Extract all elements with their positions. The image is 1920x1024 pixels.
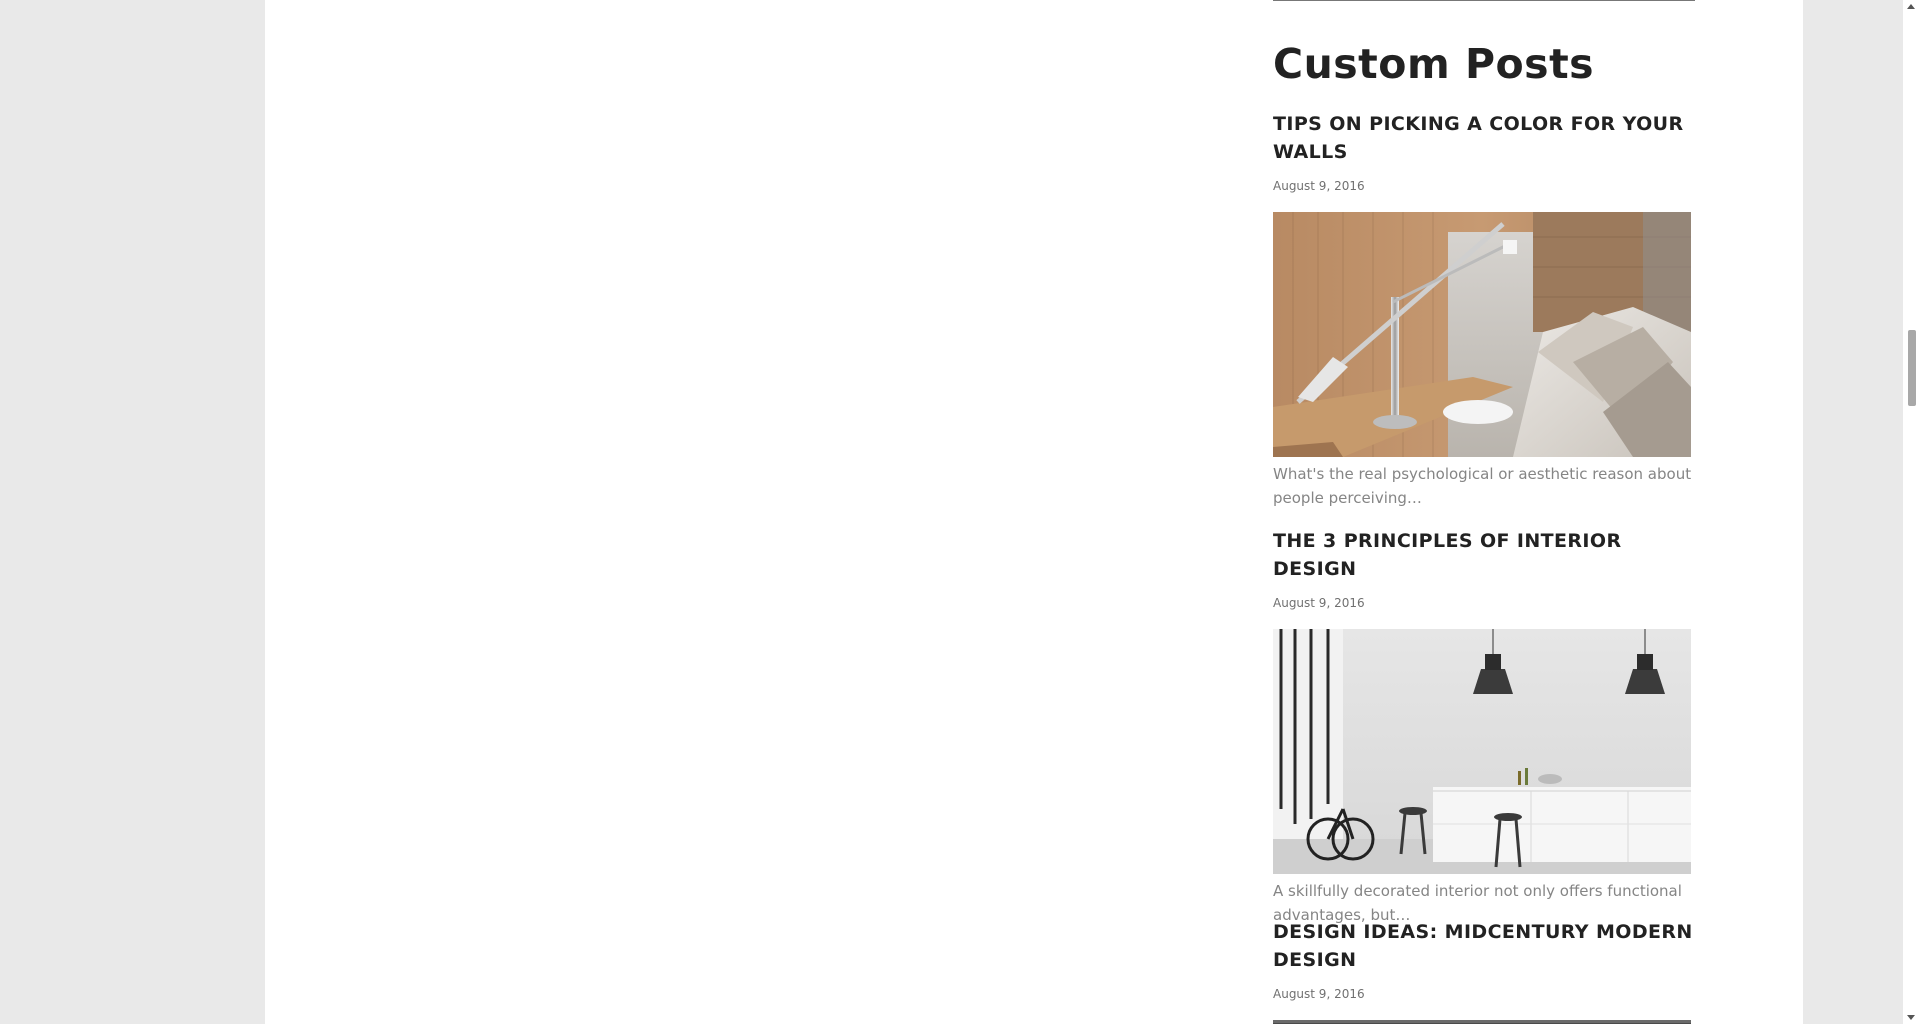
post-thumbnail-midcentury[interactable] xyxy=(1273,1020,1691,1024)
post-excerpt: What's the real psychological or aesthet… xyxy=(1273,465,1692,507)
main-content-area xyxy=(265,0,1265,1024)
page-scrollbar[interactable] xyxy=(1903,0,1920,1024)
bedroom-lamp-image xyxy=(1273,212,1691,457)
scroll-down-arrow-icon[interactable] xyxy=(1907,1015,1915,1020)
midcentury-image xyxy=(1273,1020,1691,1024)
sidebar-divider xyxy=(1273,0,1695,1)
page-container: Custom Posts TIPS ON PICKING A COLOR FOR… xyxy=(265,0,1803,1024)
post-title-link[interactable]: TIPS ON PICKING A COLOR FOR YOUR WALLS xyxy=(1273,110,1695,166)
post-date: August 9, 2016 xyxy=(1273,987,1365,1001)
scroll-up-arrow-icon[interactable] xyxy=(1907,4,1915,9)
viewport: Custom Posts TIPS ON PICKING A COLOR FOR… xyxy=(0,0,1920,1024)
post-thumbnail-kitchen[interactable] xyxy=(1273,629,1691,874)
scrollbar-thumb[interactable] xyxy=(1908,330,1916,406)
post-date: August 9, 2016 xyxy=(1273,179,1365,193)
custom-post-item: TIPS ON PICKING A COLOR FOR YOUR WALLS A… xyxy=(1273,110,1695,510)
post-date: August 9, 2016 xyxy=(1273,596,1365,610)
post-title-link[interactable]: DESIGN IDEAS: MIDCENTURY MODERN DESIGN xyxy=(1273,918,1695,974)
kitchen-interior-image xyxy=(1273,629,1691,874)
custom-post-item: THE 3 PRINCIPLES OF INTERIOR DESIGN Augu… xyxy=(1273,527,1695,927)
custom-post-item: DESIGN IDEAS: MIDCENTURY MODERN DESIGN A… xyxy=(1273,918,1695,1024)
post-thumbnail-bedroom[interactable] xyxy=(1273,212,1691,457)
custom-posts-widget-title: Custom Posts xyxy=(1273,40,1595,88)
post-title-link[interactable]: THE 3 PRINCIPLES OF INTERIOR DESIGN xyxy=(1273,527,1695,583)
